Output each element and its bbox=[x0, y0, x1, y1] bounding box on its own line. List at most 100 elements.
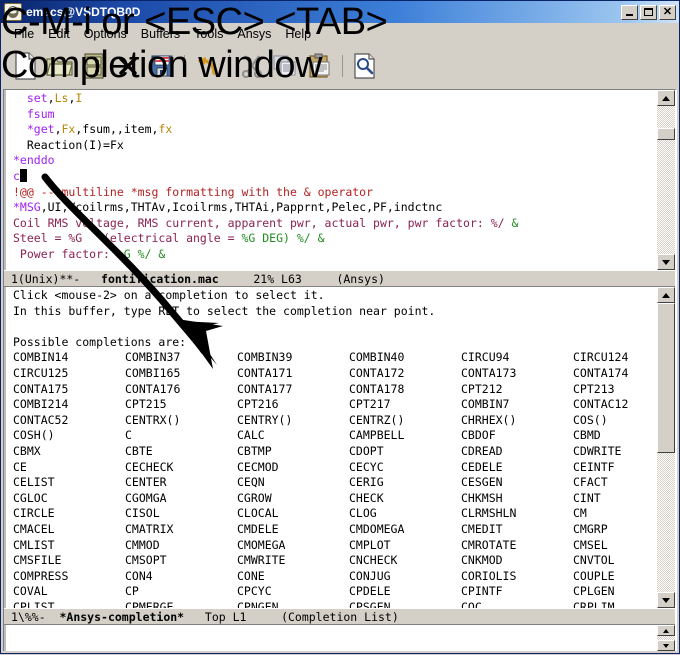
completion-candidate[interactable]: CERIG bbox=[349, 475, 461, 491]
completion-candidate[interactable]: CPLGEN bbox=[573, 584, 656, 600]
completion-candidate[interactable]: CONTA175 bbox=[13, 382, 125, 398]
maximize-button[interactable] bbox=[640, 4, 657, 20]
completion-candidate[interactable]: CPSGEN bbox=[349, 600, 461, 608]
completion-candidate[interactable]: COMBI165 bbox=[125, 366, 237, 382]
completion-candidate[interactable]: CMEDIT bbox=[461, 522, 573, 538]
completion-candidate[interactable]: CONTA176 bbox=[125, 382, 237, 398]
completion-candidate[interactable]: CALC bbox=[237, 428, 349, 444]
completion-text-area[interactable]: Click <mouse-2> on a completion to selec… bbox=[13, 287, 656, 608]
completion-candidate[interactable]: CONJUG bbox=[349, 569, 461, 585]
completion-candidate[interactable]: CBMD bbox=[573, 428, 656, 444]
completion-candidate[interactable]: COUPLE bbox=[573, 569, 656, 585]
dired-cabinet-icon[interactable] bbox=[77, 49, 111, 83]
completion-candidate[interactable]: CECHECK bbox=[125, 460, 237, 476]
copy-pages-icon[interactable] bbox=[269, 49, 303, 83]
completion-candidate[interactable]: CIRCU124 bbox=[573, 350, 656, 366]
menu-item-tools[interactable]: Tools bbox=[187, 25, 230, 43]
scroll-down-arrow[interactable] bbox=[657, 592, 675, 608]
completion-candidate[interactable]: CGOMGA bbox=[125, 491, 237, 507]
cut-scissors-icon[interactable] bbox=[235, 49, 269, 83]
completion-candidate[interactable]: CMATRIX bbox=[125, 522, 237, 538]
scroll-down-arrow[interactable] bbox=[657, 254, 675, 270]
completion-candidate[interactable]: COS() bbox=[573, 413, 656, 429]
completion-candidate[interactable]: CBDOF bbox=[461, 428, 573, 444]
completion-candidate[interactable]: CE bbox=[13, 460, 125, 476]
completion-candidate[interactable]: CP bbox=[125, 584, 237, 600]
completion-candidate[interactable]: CELIST bbox=[13, 475, 125, 491]
close-button[interactable]: ✕ bbox=[659, 4, 676, 20]
completion-candidate[interactable]: CMGRP bbox=[573, 522, 656, 538]
completion-candidate[interactable]: CRPLIM bbox=[573, 600, 656, 608]
completion-candidate[interactable]: CONTA177 bbox=[237, 382, 349, 398]
completion-candidate[interactable]: COMBIN39 bbox=[237, 350, 349, 366]
completion-candidate[interactable]: CMWRITE bbox=[237, 553, 349, 569]
minibuffer-text[interactable] bbox=[13, 625, 656, 651]
menu-item-file[interactable]: File bbox=[7, 25, 41, 43]
completion-candidate[interactable]: CAMPBELL bbox=[349, 428, 461, 444]
completion-candidate[interactable]: CDWRITE bbox=[573, 444, 656, 460]
completion-candidate[interactable]: CONTA174 bbox=[573, 366, 656, 382]
completion-candidate[interactable]: C bbox=[125, 428, 237, 444]
completion-candidate[interactable]: CPT215 bbox=[125, 397, 237, 413]
menu-item-buffers[interactable]: Buffers bbox=[134, 25, 187, 43]
completion-candidate[interactable]: CONTA171 bbox=[237, 366, 349, 382]
completion-candidate[interactable]: CEDELE bbox=[461, 460, 573, 476]
completion-candidate[interactable]: CENTRX() bbox=[125, 413, 237, 429]
completion-candidate[interactable]: CISOL bbox=[125, 506, 237, 522]
completion-candidate[interactable]: CHRHEX() bbox=[461, 413, 573, 429]
completion-candidate[interactable]: CHECK bbox=[349, 491, 461, 507]
completion-candidate[interactable]: CNVTOL bbox=[573, 553, 656, 569]
completion-candidate[interactable]: CM bbox=[573, 506, 656, 522]
completion-candidate[interactable]: CMSFILE bbox=[13, 553, 125, 569]
menu-item-edit[interactable]: Edit bbox=[41, 25, 77, 43]
scroll-up-arrow[interactable] bbox=[657, 287, 675, 303]
scroll-up-arrow[interactable] bbox=[657, 90, 675, 106]
completion-candidate[interactable]: CNCHECK bbox=[349, 553, 461, 569]
completion-candidate[interactable]: CPT217 bbox=[349, 397, 461, 413]
scroll-track[interactable] bbox=[657, 303, 675, 592]
undo-arrow-icon[interactable] bbox=[190, 49, 224, 83]
completion-candidate[interactable]: CMDOMEGA bbox=[349, 522, 461, 538]
minibuffer[interactable] bbox=[4, 625, 675, 651]
source-scrollbar[interactable] bbox=[656, 90, 675, 270]
completion-candidate[interactable]: CINT bbox=[573, 491, 656, 507]
completion-candidate[interactable]: CPT212 bbox=[461, 382, 573, 398]
completion-candidate[interactable]: CONTA173 bbox=[461, 366, 573, 382]
completion-candidate[interactable]: CPDELE bbox=[349, 584, 461, 600]
completion-candidate[interactable]: CIRCU125 bbox=[13, 366, 125, 382]
completion-scrollbar[interactable] bbox=[656, 287, 675, 608]
scroll-track[interactable] bbox=[657, 106, 675, 254]
completion-candidate[interactable]: CMSOPT bbox=[125, 553, 237, 569]
completion-candidate[interactable]: CPMERGE bbox=[125, 600, 237, 608]
completion-candidate[interactable]: CENTRY() bbox=[237, 413, 349, 429]
completion-candidate[interactable]: CECMOD bbox=[237, 460, 349, 476]
completion-candidate[interactable]: CENTER bbox=[125, 475, 237, 491]
completion-candidate[interactable]: CONTAC52 bbox=[13, 413, 125, 429]
completion-candidate[interactable]: COMBIN40 bbox=[349, 350, 461, 366]
completion-candidate[interactable]: CDOPT bbox=[349, 444, 461, 460]
completion-candidate[interactable]: CONE bbox=[237, 569, 349, 585]
completion-candidate[interactable]: CBMX bbox=[13, 444, 125, 460]
completion-candidate[interactable]: COMBIN7 bbox=[461, 397, 573, 413]
completion-candidate[interactable]: CDREAD bbox=[461, 444, 573, 460]
completion-candidate[interactable]: CLOG bbox=[349, 506, 461, 522]
minimize-button[interactable] bbox=[621, 4, 638, 20]
completion-candidate[interactable]: CPCYC bbox=[237, 584, 349, 600]
completion-candidate[interactable]: CMDELE bbox=[237, 522, 349, 538]
completion-candidate[interactable]: COMBIN37 bbox=[125, 350, 237, 366]
completion-candidate[interactable]: CEINTF bbox=[573, 460, 656, 476]
completion-candidate[interactable]: CEQN bbox=[237, 475, 349, 491]
completion-candidate[interactable]: COMBI214 bbox=[13, 397, 125, 413]
completion-candidate[interactable]: CHKMSH bbox=[461, 491, 573, 507]
minibuffer-scrollbar[interactable] bbox=[656, 625, 675, 651]
completion-candidate[interactable]: CQC bbox=[461, 600, 573, 608]
completion-candidate[interactable]: CLOCAL bbox=[237, 506, 349, 522]
completion-candidate[interactable]: CONTA172 bbox=[349, 366, 461, 382]
completion-candidate[interactable]: CMLIST bbox=[13, 538, 125, 554]
completion-candidate[interactable]: CMPLOT bbox=[349, 538, 461, 554]
search-magnifier-icon[interactable] bbox=[348, 49, 382, 83]
completion-candidate[interactable]: CPLIST bbox=[13, 600, 125, 608]
completion-candidate[interactable]: CPT216 bbox=[237, 397, 349, 413]
completion-candidate[interactable]: CECYC bbox=[349, 460, 461, 476]
completion-candidate[interactable]: CPINTF bbox=[461, 584, 573, 600]
